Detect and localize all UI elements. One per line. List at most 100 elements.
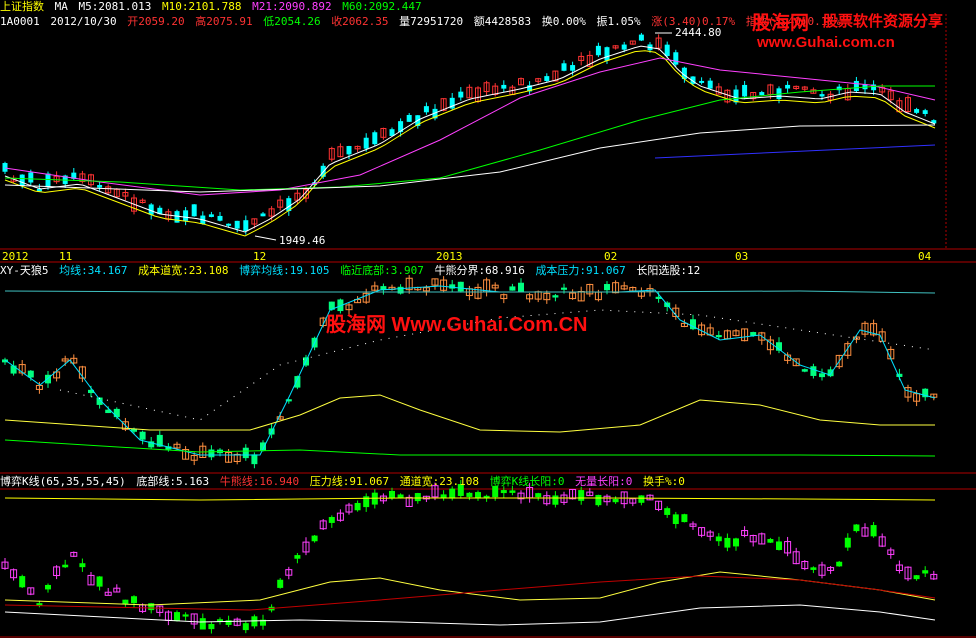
price-panel[interactable]: [2, 32, 937, 237]
price-candle: [406, 114, 412, 122]
game-candle: [294, 555, 301, 559]
game-candle: [414, 493, 421, 502]
game-candle: [595, 494, 602, 506]
game-candle: [199, 618, 206, 630]
indicator-candle: [449, 284, 456, 289]
no-volume-yang-value: 无量长阳:0: [575, 475, 633, 488]
pressure-line: [4, 290, 936, 294]
price-candle: [699, 80, 705, 83]
game-candle: [182, 614, 189, 617]
game-candle: [148, 603, 155, 611]
game-candle: [672, 514, 679, 525]
bull-line-value: 牛熊线:16.940: [219, 475, 300, 488]
low-price: 低2054.26: [263, 15, 321, 28]
price-candle: [217, 215, 223, 221]
indicator-candle: [801, 369, 808, 372]
ma5-value: M5:2081.013: [78, 0, 152, 13]
date-label: 11: [59, 250, 72, 263]
date-label: 2012: [2, 250, 29, 263]
price-candle: [97, 185, 103, 188]
game-kline-header: 博弈K线(65,35,55,45) 底部线:5.163 牛熊线:16.940 压…: [0, 475, 689, 489]
price-candle: [733, 89, 739, 103]
indicator-candle: [139, 431, 146, 440]
game-yang-value: 博弈K线长阳:0: [489, 475, 565, 488]
price-candle: [673, 52, 679, 65]
turnover: 换0.00%: [541, 15, 586, 28]
mid-line: [4, 571, 936, 606]
game-candle: [62, 564, 69, 568]
price-candle: [785, 84, 791, 89]
game-candle: [844, 537, 851, 548]
price-candle: [664, 44, 670, 57]
game-candle: [354, 502, 361, 511]
chart-labels: 2444.80 1949.46: [254, 26, 721, 247]
index-name[interactable]: 上证指数: [0, 0, 44, 13]
indicator-candle: [810, 366, 817, 376]
date-label: 2013: [436, 250, 463, 263]
ma-header: 上证指数 MA M5:2081.013 M10:2101.788 M21:209…: [0, 0, 426, 14]
watermark-slogan: 股票软件资源分享: [823, 13, 944, 30]
price-candle: [260, 213, 266, 217]
game-candle: [466, 492, 473, 497]
ma21-value: M21:2090.892: [252, 0, 332, 13]
ma-label: MA: [54, 0, 68, 13]
price-candle: [28, 172, 34, 183]
high-price: 高2075.91: [195, 15, 253, 28]
near-bottom-value: 临近底部:3.907: [340, 264, 424, 277]
ma120-line: [4, 124, 936, 193]
change: 涨(3.40)0.17%: [651, 15, 736, 28]
indicator-candle: [294, 376, 301, 388]
price-candle: [544, 76, 550, 82]
game-candle: [500, 490, 507, 494]
indicator-name[interactable]: XY-天狼5: [0, 264, 49, 277]
game-candle: [612, 498, 619, 503]
game-candle: [311, 535, 318, 542]
game-candle: [397, 494, 404, 498]
tianlang-indicator-panel[interactable]: [2, 275, 938, 469]
date-label: 12: [253, 250, 266, 263]
quote-header: 1A0001 2012/10/30 开2059.20 高2075.91 低205…: [0, 15, 845, 29]
bull-bear-value: 牛熊分界:68.916: [434, 264, 525, 277]
indicator-candle: [561, 287, 567, 290]
turnover-value: 换手%:0: [643, 475, 685, 488]
price-candle: [2, 163, 8, 172]
game-candle: [19, 576, 26, 588]
avg-line-value: 均线:34.167: [59, 264, 128, 277]
cost-width-value: 成本道宽:23.108: [138, 264, 229, 277]
game-kline-panel[interactable]: [1, 479, 938, 634]
price-candle: [638, 34, 644, 41]
price-candle: [363, 137, 369, 149]
game-candle: [870, 525, 877, 537]
game-candle: [328, 517, 335, 523]
game-candle: [681, 514, 688, 523]
game-candle: [638, 495, 645, 503]
price-candle: [183, 210, 189, 221]
game-candle: [36, 603, 43, 606]
indicator-candle: [552, 295, 559, 298]
indicator-candle: [242, 447, 249, 459]
watermark-center: 股海网 Www.Guhai.Com.CN: [326, 314, 588, 336]
game-candle: [277, 579, 284, 588]
game-candle: [853, 524, 860, 532]
price-candle: [914, 109, 920, 113]
stock-code: 1A0001: [0, 15, 40, 28]
game-candle: [174, 612, 180, 622]
ma10-value: M10:2101.788: [161, 0, 242, 13]
price-candle: [372, 132, 378, 145]
price-candle: [226, 223, 232, 226]
game-candle: [922, 570, 929, 574]
game-candle: [664, 508, 671, 515]
game-candle: [449, 488, 456, 499]
ma60-value: M60:2092.447: [342, 0, 422, 13]
game-candle: [733, 538, 739, 547]
indicator-candle: [604, 284, 610, 291]
game-candle: [96, 576, 103, 587]
price-candle: [742, 84, 748, 97]
price-candle: [208, 214, 214, 217]
price-candle: [707, 80, 713, 89]
game-kline-name[interactable]: 博弈K线(65,35,55,45): [0, 475, 126, 488]
indicator-candle: [518, 282, 524, 292]
price-candle: [423, 106, 429, 113]
ma250-line: [654, 144, 936, 159]
indicator-candle: [251, 454, 258, 465]
